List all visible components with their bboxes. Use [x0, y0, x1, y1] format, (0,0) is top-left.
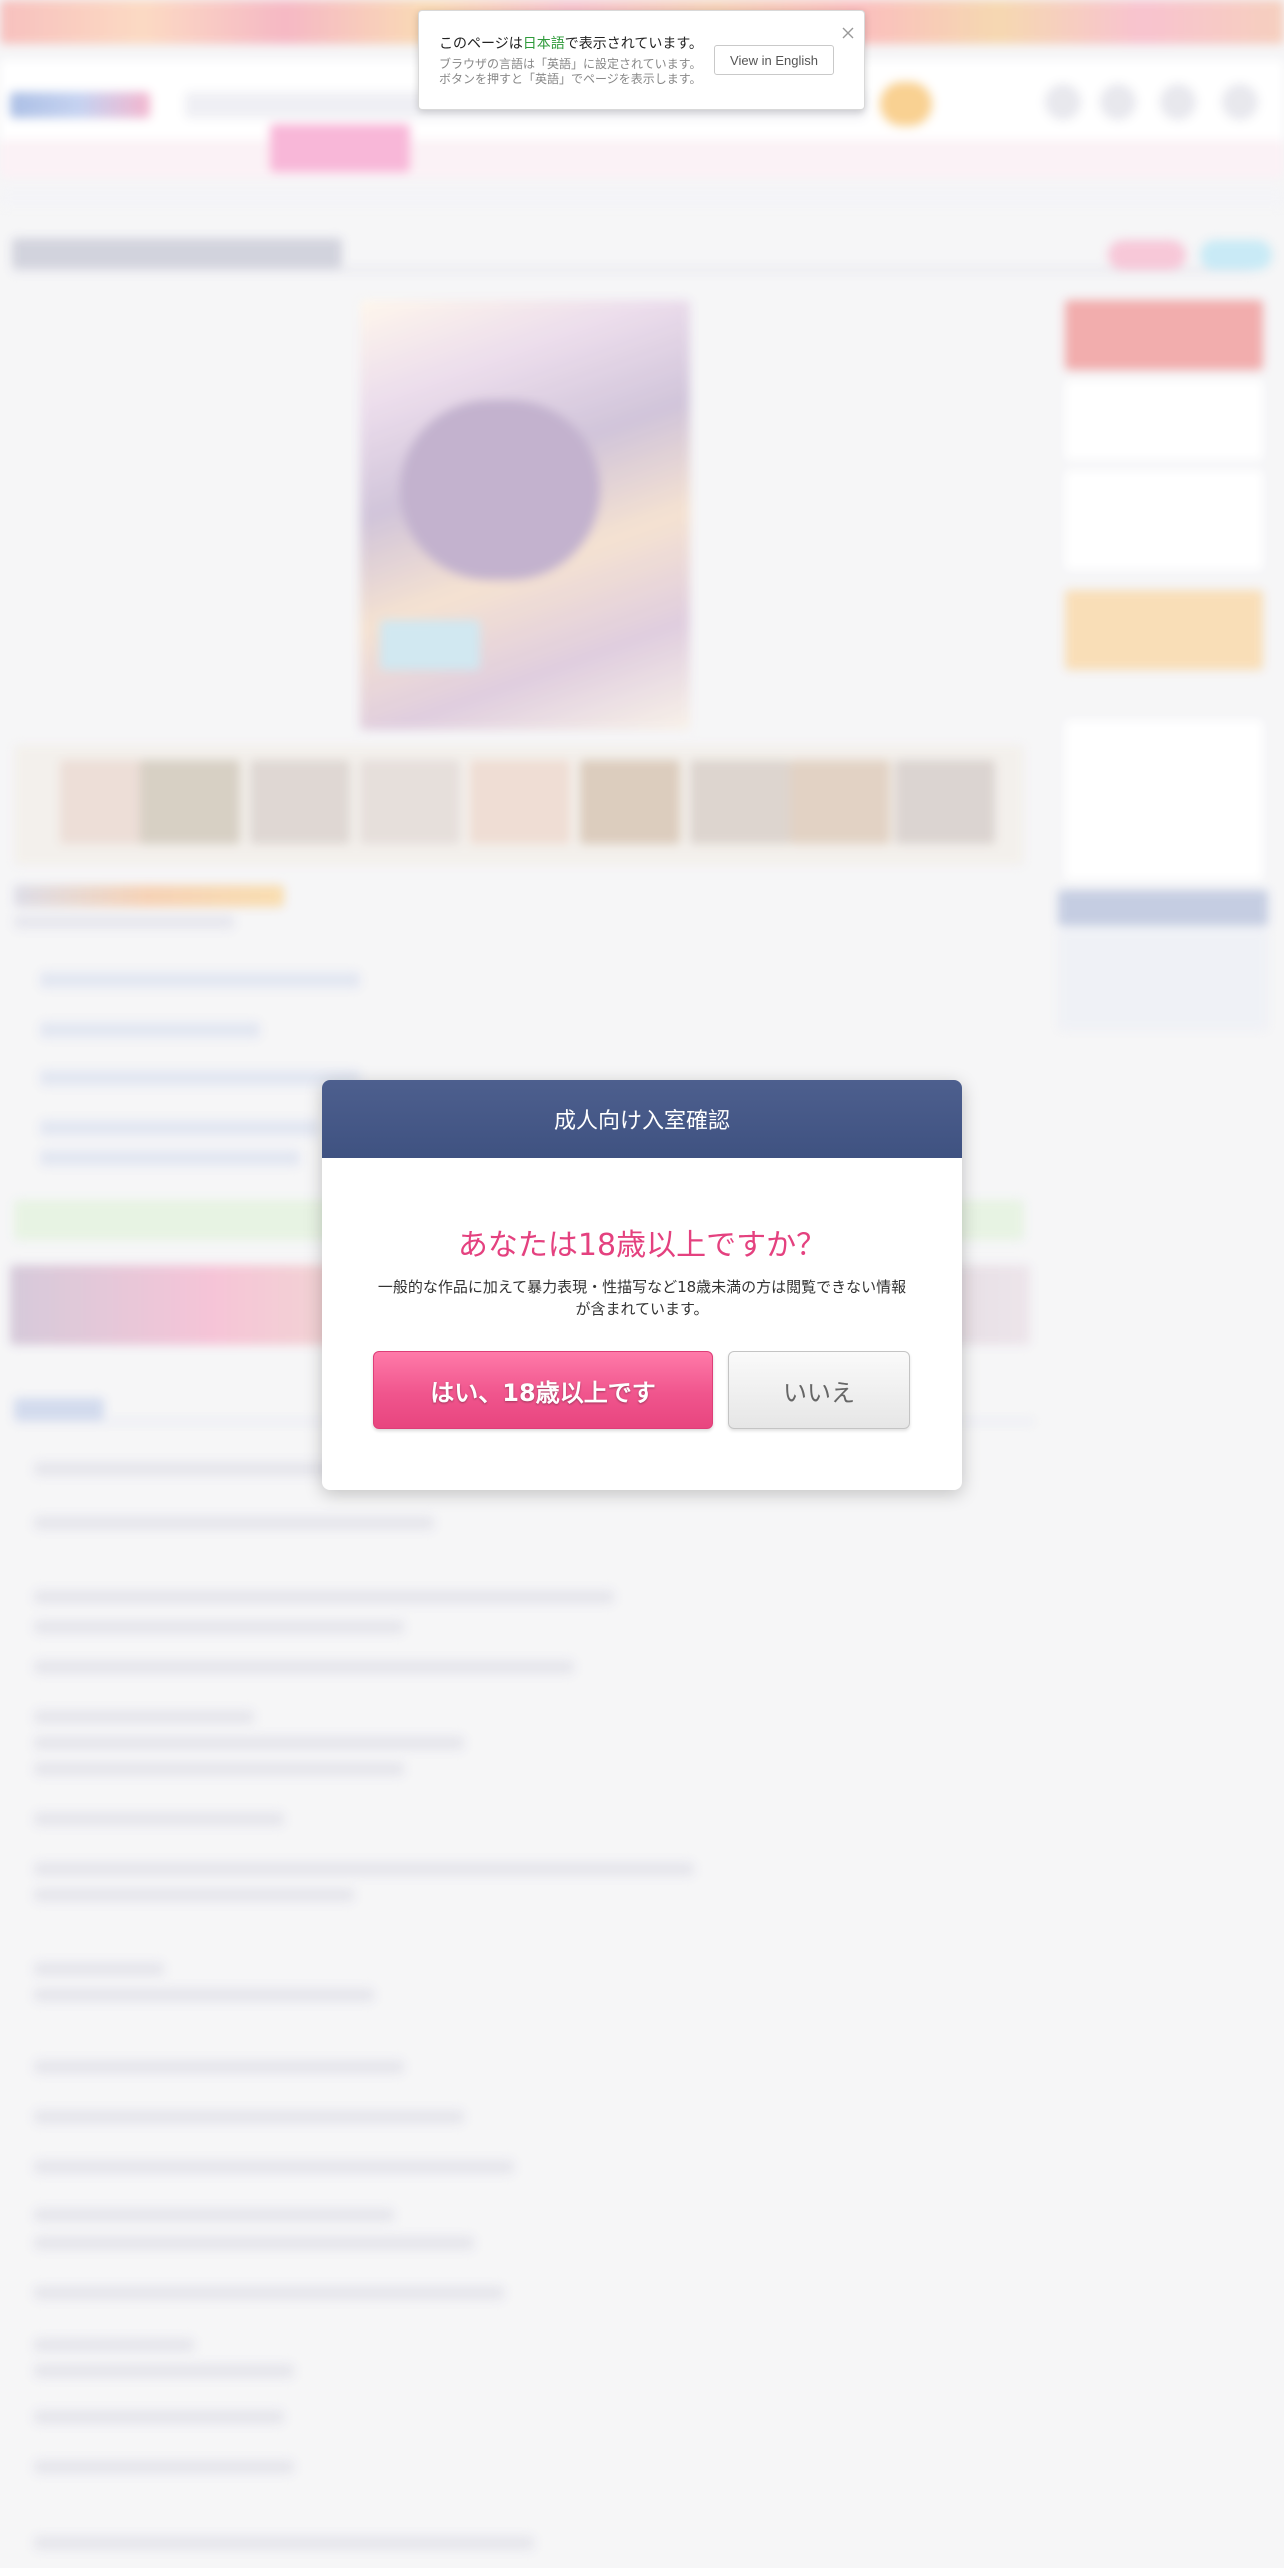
age-notice-text: 一般的な作品に加えて暴力表現・性描写など18歳未満の方は閲覧できない情報が含まれ… [377, 1278, 907, 1318]
age-verification-dialog: 成人向け入室確認 あなたは18歳以上ですか？ 一般的な作品に加えて暴力表現・性描… [322, 1080, 962, 1490]
view-in-english-button[interactable]: View in English [714, 45, 834, 75]
current-language-name: 日本語 [522, 35, 565, 51]
language-notice-message: このページは日本語で表示されています。 [439, 33, 703, 53]
language-message-suffix: で表示されています。 [564, 35, 703, 51]
close-icon[interactable] [839, 24, 857, 42]
age-question: あなたは18歳以上ですか？ [457, 1228, 827, 1263]
language-detail-line: ブラウザの言語は「英語」に設定されています。 [439, 57, 702, 71]
confirm-adult-button[interactable]: はい、18歳以上です [373, 1351, 713, 1429]
language-notice-bar: このページは日本語で表示されています。 ブラウザの言語は「英語」に設定されていま… [418, 10, 865, 110]
language-notice-detail: ブラウザの言語は「英語」に設定されています。 ボタンを押すと「英語」でページを表… [439, 57, 702, 87]
language-message-prefix: このページは [439, 35, 523, 51]
decline-button[interactable]: いいえ [728, 1351, 910, 1429]
dialog-title: 成人向け入室確認 [322, 1080, 962, 1158]
language-detail-line: ボタンを押すと「英語」でページを表示します。 [439, 72, 702, 86]
